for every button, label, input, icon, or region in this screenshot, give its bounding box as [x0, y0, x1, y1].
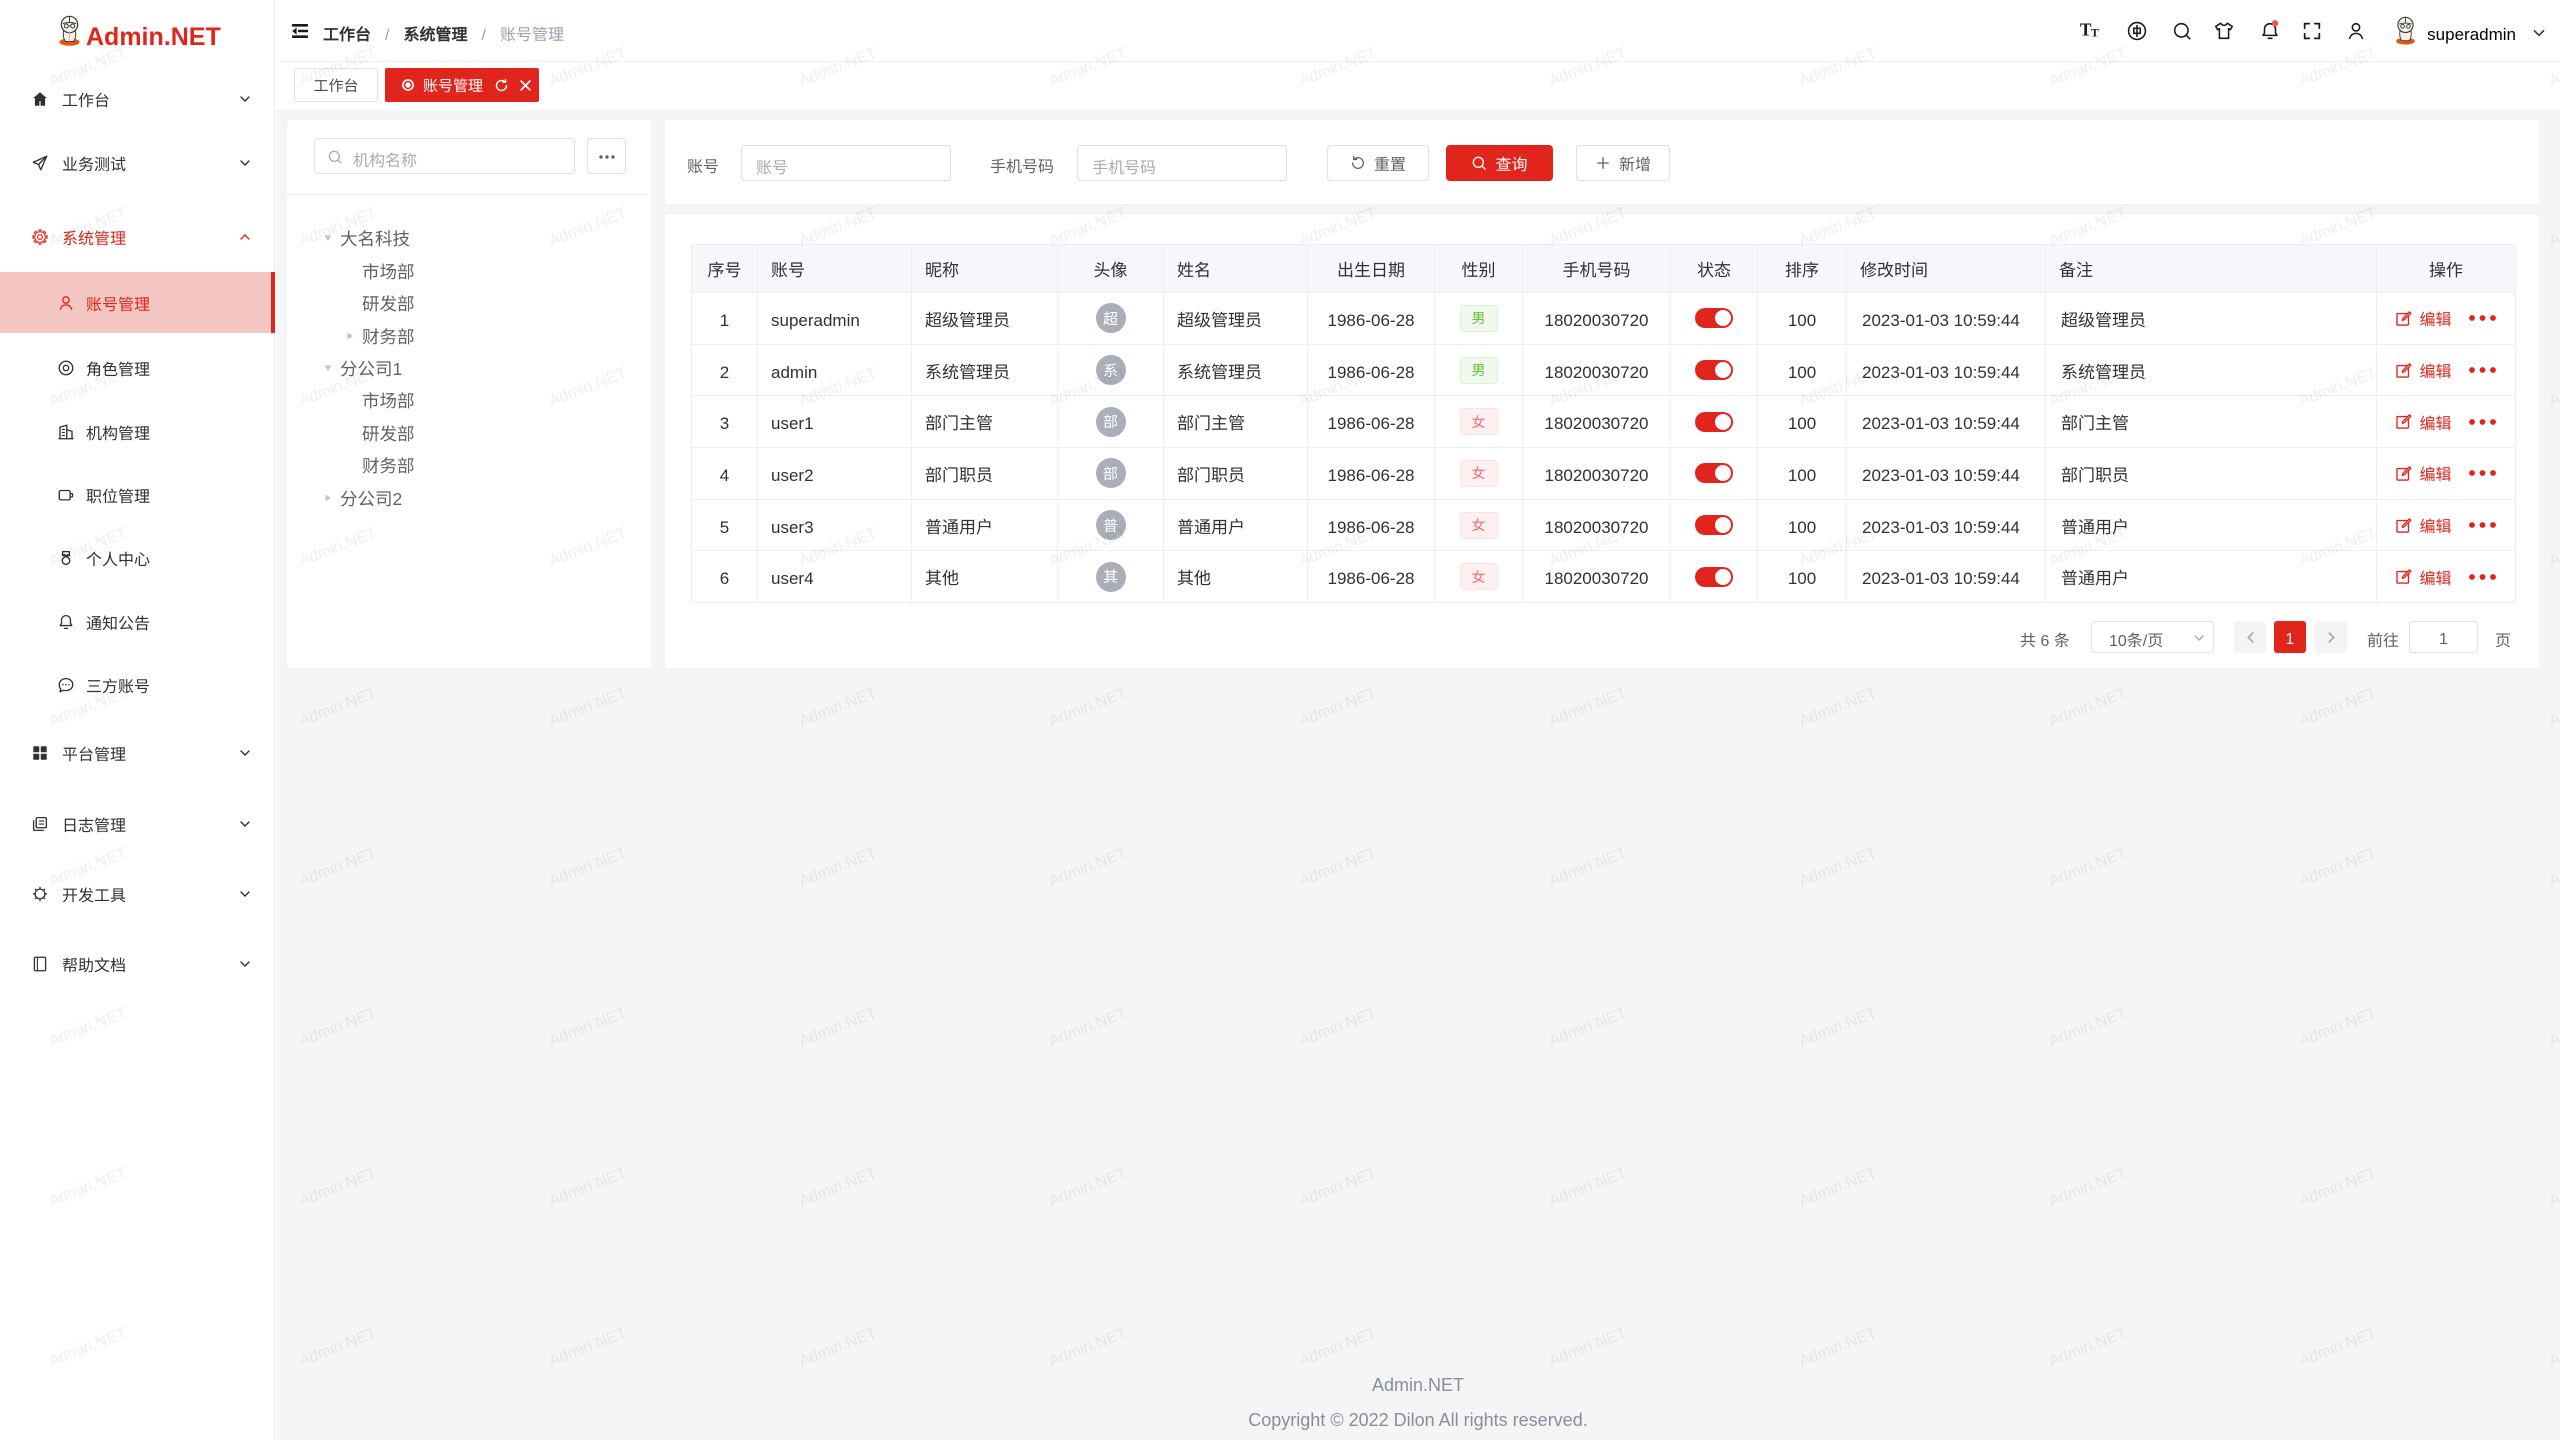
- svg-text:T: T: [2091, 26, 2099, 40]
